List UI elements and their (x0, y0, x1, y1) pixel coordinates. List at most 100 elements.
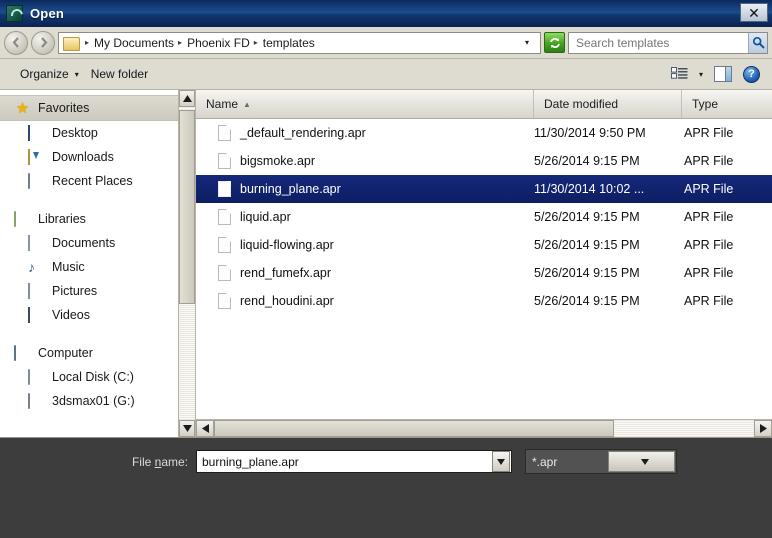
column-header-label: Type (692, 97, 719, 111)
sidebar-scroll-thumb[interactable] (179, 110, 195, 305)
file-list-column: Name ▲ Date modified Type _default_rende… (196, 90, 772, 437)
sidebar-item-label: Videos (52, 308, 90, 322)
sidebar-scrollbar[interactable] (178, 90, 195, 437)
column-header-name[interactable]: Name ▲ (196, 90, 534, 118)
file-type: APR File (684, 210, 734, 224)
libraries-icon (14, 210, 16, 227)
sidebar-item-label: Libraries (38, 212, 86, 226)
search-field[interactable] (574, 34, 748, 51)
disk-icon (28, 368, 30, 385)
sidebar-item-local-disk-c[interactable]: Local Disk (C:) (0, 365, 178, 389)
folder-icon (63, 36, 80, 51)
sidebar-item-downloads[interactable]: Downloads (0, 145, 178, 169)
file-name-field[interactable] (197, 453, 492, 470)
hscroll-track[interactable] (214, 420, 754, 437)
scroll-left-icon[interactable] (196, 420, 214, 437)
sidebar-item-libraries[interactable]: Libraries (0, 207, 178, 231)
toolbar: Organize ▾ New folder ▾ ? (0, 59, 772, 90)
file-type-filter-combo[interactable]: *.apr (525, 449, 677, 474)
file-icon (218, 153, 231, 169)
dialog-footer: File name: *.apr Open Cancel (0, 438, 772, 538)
scroll-right-icon[interactable] (754, 420, 772, 437)
pictures-icon (28, 282, 30, 299)
file-type-dropdown-icon[interactable] (608, 451, 676, 472)
desktop-icon (28, 124, 30, 141)
column-header-date-modified[interactable]: Date modified (534, 90, 682, 118)
breadcrumb-item-phoenix-fd[interactable]: Phoenix FD (186, 36, 251, 50)
open-file-dialog: Open ✕ ▸ My Documents ▸ Phoenix FD ▸ tem… (0, 0, 772, 538)
videos-icon (28, 306, 30, 323)
file-name-input[interactable] (196, 450, 512, 473)
titlebar: Open ✕ (0, 0, 772, 27)
column-header-type[interactable]: Type (682, 90, 772, 118)
breadcrumb-item-templates[interactable]: templates (262, 36, 316, 50)
sidebar-item-label: Documents (52, 236, 116, 250)
file-list-hscrollbar[interactable] (196, 419, 772, 437)
file-type-filter-value: *.apr (532, 454, 558, 469)
sidebar-item-pictures[interactable]: Pictures (0, 279, 178, 303)
forward-arrow-icon[interactable] (31, 30, 55, 55)
address-bar: ▸ My Documents ▸ Phoenix FD ▸ templates … (0, 27, 772, 59)
file-rows: _default_rendering.apr 11/30/2014 9:50 P… (196, 119, 772, 419)
close-icon[interactable]: ✕ (740, 3, 768, 22)
new-folder-label: New folder (90, 67, 149, 81)
sort-ascending-icon: ▲ (243, 99, 251, 109)
back-arrow-icon[interactable] (4, 30, 28, 55)
column-header-label: Name (206, 97, 239, 111)
sidebar-item-recent-places[interactable]: Recent Places (0, 169, 178, 193)
hscroll-thumb[interactable] (214, 420, 614, 437)
breadcrumb-item-my-documents[interactable]: My Documents (93, 36, 175, 50)
toolbar-right-group: ▾ ? (670, 65, 764, 83)
file-name-dropdown-icon[interactable] (492, 451, 510, 472)
breadcrumb-separator-0: ▸ (85, 37, 90, 47)
sidebar-item-documents[interactable]: Documents (0, 231, 178, 255)
file-name-cell: liquid-flowing.apr (196, 237, 534, 253)
sidebar-item-desktop[interactable]: Desktop (0, 121, 178, 145)
view-dropdown-icon[interactable]: ▾ (699, 70, 703, 79)
sidebar-item-label: Recent Places (52, 174, 133, 188)
new-folder-button[interactable]: New folder (85, 64, 154, 84)
file-name: liquid-flowing.apr (240, 238, 334, 252)
sidebar-item-favorites[interactable]: ★ Favorites (0, 95, 178, 121)
organize-button[interactable]: Organize ▾ (14, 64, 85, 84)
table-row[interactable]: bigsmoke.apr 5/26/2014 9:15 PM APR File (196, 147, 772, 175)
table-row-selected[interactable]: burning_plane.apr 11/30/2014 10:02 ... A… (196, 175, 772, 203)
sidebar-item-videos[interactable]: Videos (0, 303, 178, 327)
file-type: APR File (684, 238, 734, 252)
sidebar-scroll-track[interactable] (179, 107, 195, 420)
refresh-icon[interactable] (544, 32, 565, 53)
file-name: liquid.apr (240, 210, 291, 224)
table-row[interactable]: liquid-flowing.apr 5/26/2014 9:15 PM APR… (196, 231, 772, 259)
breadcrumb-separator-1: ▸ (178, 37, 183, 47)
organize-label: Organize (20, 67, 69, 81)
view-list-icon[interactable] (670, 66, 688, 82)
sidebar-item-music[interactable]: ♪ Music (0, 255, 178, 279)
sidebar-item-label: 3dsmax01 (G:) (52, 394, 135, 408)
file-name-cell: _default_rendering.apr (196, 125, 534, 141)
breadcrumb[interactable]: ▸ My Documents ▸ Phoenix FD ▸ templates … (58, 31, 541, 54)
column-headers: Name ▲ Date modified Type (196, 90, 772, 119)
help-icon[interactable]: ? (743, 65, 760, 83)
file-icon (218, 125, 231, 141)
file-name: rend_fumefx.apr (240, 266, 332, 280)
address-dropdown-icon[interactable]: ▾ (521, 38, 537, 47)
search-input[interactable] (568, 31, 768, 54)
preview-pane-icon[interactable] (714, 66, 732, 82)
file-date: 5/26/2014 9:15 PM (534, 266, 640, 280)
file-name-cell: rend_houdini.apr (196, 293, 534, 309)
table-row[interactable]: _default_rendering.apr 11/30/2014 9:50 P… (196, 119, 772, 147)
file-name-cell: bigsmoke.apr (196, 153, 534, 169)
table-row[interactable]: rend_fumefx.apr 5/26/2014 9:15 PM APR Fi… (196, 259, 772, 287)
file-name-row: File name: *.apr (0, 449, 772, 474)
file-icon (218, 265, 231, 281)
sidebar-item-3dsmax01-g[interactable]: 3dsmax01 (G:) (0, 389, 178, 413)
file-icon (218, 209, 231, 225)
search-icon[interactable] (748, 32, 767, 53)
table-row[interactable]: liquid.apr 5/26/2014 9:15 PM APR File (196, 203, 772, 231)
scroll-down-icon[interactable] (179, 420, 195, 437)
table-row[interactable]: rend_houdini.apr 5/26/2014 9:15 PM APR F… (196, 287, 772, 315)
file-type: APR File (684, 294, 734, 308)
scroll-up-icon[interactable] (179, 90, 195, 107)
sidebar-item-computer[interactable]: Computer (0, 341, 178, 365)
